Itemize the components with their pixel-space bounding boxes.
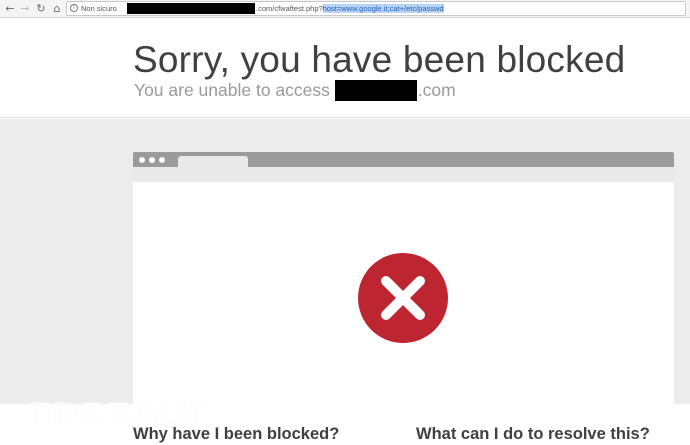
browser-illustration-tab — [178, 156, 248, 167]
url-selected-query: host=www.google.it;cat+/etc/passwd — [322, 4, 444, 13]
info-icon[interactable]: i — [70, 4, 78, 12]
page-header: Sorry, you have been blocked You are una… — [0, 18, 690, 118]
security-label[interactable]: Non sicuro — [81, 2, 117, 15]
why-blocked-heading: Why have I been blocked? — [133, 425, 340, 443]
window-dot-icon — [139, 157, 145, 163]
browser-toolbar: ← → ↻ ⌂ i Non sicuro .com/cfwaftest.php?… — [0, 0, 690, 18]
url-path: .com/cfwaftest.php? — [256, 4, 323, 13]
url-text[interactable]: .com/cfwaftest.php?host=www.google.it;ca… — [256, 2, 444, 15]
address-bar[interactable]: i Non sicuro .com/cfwaftest.php?host=www… — [66, 1, 686, 16]
window-dot-icon — [149, 157, 155, 163]
url-redaction — [127, 3, 255, 14]
page-title: Sorry, you have been blocked — [133, 39, 626, 80]
domain-redaction — [334, 80, 417, 101]
forward-arrow-icon[interactable]: → — [18, 1, 32, 16]
browser-illustration-strip — [133, 167, 674, 182]
page-subtitle: You are unable to access .com — [134, 80, 456, 101]
subtitle-suffix: .com — [417, 80, 456, 100]
error-x-icon — [358, 253, 448, 343]
reload-icon[interactable]: ↻ — [34, 1, 48, 16]
resolve-heading: What can I do to resolve this? — [416, 425, 650, 443]
browser-illustration-titlebar — [133, 152, 674, 167]
home-icon[interactable]: ⌂ — [50, 1, 64, 16]
window-dot-icon — [159, 157, 165, 163]
back-arrow-icon[interactable]: ← — [3, 1, 17, 16]
subtitle-prefix: You are unable to access — [134, 80, 330, 100]
